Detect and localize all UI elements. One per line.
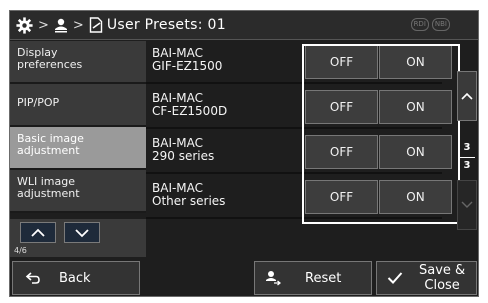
off-button[interactable]: OFF bbox=[305, 180, 378, 214]
menu-down-button[interactable] bbox=[64, 222, 100, 243]
off-button[interactable]: OFF bbox=[305, 45, 378, 79]
off-button[interactable]: OFF bbox=[305, 135, 378, 169]
nbi-badge: NBI bbox=[431, 18, 450, 31]
user-reset-icon bbox=[266, 271, 281, 286]
header-bar: > > User Presets: 01 RDI NBI bbox=[10, 11, 478, 40]
preset-label: BAI-MAC 290 series bbox=[152, 137, 214, 163]
mode-badges: RDI NBI bbox=[410, 18, 450, 31]
on-button[interactable]: ON bbox=[379, 45, 452, 79]
on-button[interactable]: ON bbox=[379, 90, 452, 124]
page-current: 3 bbox=[463, 142, 471, 153]
preset-label: BAI-MAC Other series bbox=[152, 182, 225, 208]
preset-model: GIF-EZ1500 bbox=[152, 59, 223, 73]
menu-page-indicator: 4/6 bbox=[14, 246, 27, 255]
save-close-button[interactable]: Save & Close bbox=[376, 261, 477, 295]
reset-label: Reset bbox=[305, 270, 342, 286]
save-close-label: Save & Close bbox=[419, 263, 465, 293]
preset-row: BAI-MAC 290 series OFF ON bbox=[146, 131, 452, 174]
menu-up-button[interactable] bbox=[20, 222, 56, 243]
checkmark-icon bbox=[387, 272, 403, 284]
page-title: User Presets: 01 bbox=[106, 17, 226, 33]
preset-row: BAI-MAC CF-EZ1500D OFF ON bbox=[146, 86, 452, 129]
save-label-line1: Save & bbox=[419, 263, 466, 278]
preset-model: CF-EZ1500D bbox=[152, 104, 228, 118]
preset-model: Other series bbox=[152, 194, 226, 208]
chevron-up-icon bbox=[31, 228, 45, 237]
page-total: 3 bbox=[463, 160, 471, 171]
off-button[interactable]: OFF bbox=[305, 90, 378, 124]
menu-item-label: preferences bbox=[17, 58, 83, 71]
menu-item-basic-image-adjustment[interactable]: Basic image adjustment bbox=[10, 127, 146, 170]
preset-row: BAI-MAC GIF-EZ1500 OFF ON bbox=[146, 41, 452, 84]
back-button[interactable]: Back bbox=[12, 261, 140, 295]
menu-item-pip-pop[interactable]: PIP/POP bbox=[10, 84, 146, 127]
chevron-up-icon bbox=[461, 92, 473, 100]
menu-item-label: adjustment bbox=[17, 144, 80, 157]
menu-pager: 4/6 bbox=[10, 219, 146, 257]
reset-button[interactable]: Reset bbox=[254, 261, 372, 295]
scroll-up-button[interactable] bbox=[457, 71, 477, 121]
on-button[interactable]: ON bbox=[379, 180, 452, 214]
breadcrumb-separator: > bbox=[38, 17, 49, 33]
menu-item-label: PIP/POP bbox=[17, 96, 60, 109]
on-button[interactable]: ON bbox=[379, 135, 452, 169]
chevron-down-icon bbox=[75, 228, 89, 237]
preset-label: BAI-MAC GIF-EZ1500 bbox=[152, 47, 222, 73]
user-presets-screen: > > User Presets: 01 RDI NBI Display pre… bbox=[9, 10, 479, 297]
save-label-line2: Close bbox=[424, 278, 460, 293]
menu-item-display-preferences[interactable]: Display preferences bbox=[10, 41, 146, 84]
user-icon bbox=[54, 18, 67, 32]
gear-icon bbox=[16, 16, 33, 34]
settings-menu: Display preferences PIP/POP Basic image … bbox=[10, 41, 146, 213]
chevron-down-icon bbox=[461, 201, 473, 208]
page-divider bbox=[459, 157, 475, 158]
menu-item-wli-image-adjustment[interactable]: WLI image adjustment bbox=[10, 170, 146, 213]
breadcrumb: > > User Presets: 01 bbox=[16, 16, 226, 34]
document-icon bbox=[89, 17, 103, 33]
preset-label: BAI-MAC CF-EZ1500D bbox=[152, 92, 227, 118]
preset-row: BAI-MAC Other series OFF ON bbox=[146, 176, 452, 219]
breadcrumb-separator: > bbox=[72, 17, 84, 33]
scroll-down-button[interactable] bbox=[457, 180, 477, 230]
menu-item-label: adjustment bbox=[17, 187, 80, 200]
bottom-bar: Back Reset Save & Close bbox=[10, 259, 478, 296]
back-label: Back bbox=[59, 270, 91, 286]
preset-model: 290 series bbox=[152, 149, 215, 163]
rdi-badge: RDI bbox=[410, 18, 429, 31]
back-arrow-icon bbox=[25, 272, 40, 284]
